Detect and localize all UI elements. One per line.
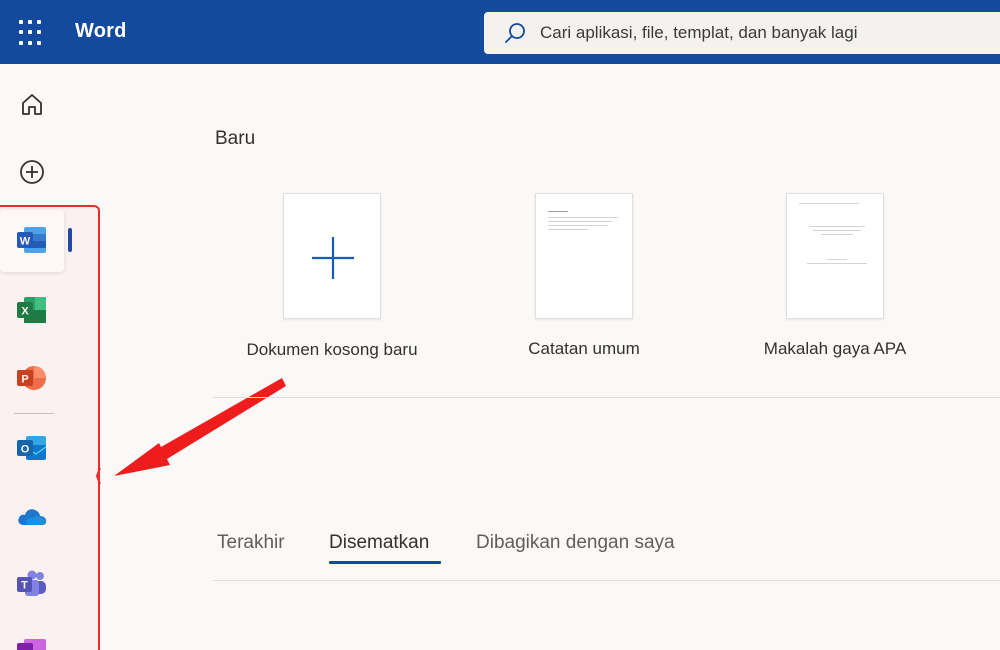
outlook-letter: O bbox=[21, 444, 30, 456]
excel-icon[interactable]: X bbox=[12, 290, 52, 330]
app-launcher-icon[interactable] bbox=[19, 20, 45, 46]
search-box[interactable] bbox=[484, 12, 1000, 54]
rail-divider bbox=[14, 413, 54, 414]
template-label-notes[interactable]: Catatan umum bbox=[528, 339, 640, 359]
teams-letter: T bbox=[21, 580, 28, 592]
tab-pinned[interactable]: Disematkan bbox=[329, 532, 429, 554]
home-icon[interactable] bbox=[12, 84, 52, 124]
tabs-divider bbox=[213, 580, 1000, 581]
outlook-icon[interactable]: O bbox=[12, 428, 52, 468]
powerpoint-letter: P bbox=[21, 374, 28, 386]
new-section-title: Baru bbox=[215, 128, 256, 149]
tab-recent[interactable]: Terakhir bbox=[217, 532, 285, 554]
blank-document-tile[interactable] bbox=[283, 193, 381, 319]
template-label-blank[interactable]: Dokumen kosong baru bbox=[246, 340, 417, 360]
teams-icon[interactable]: T bbox=[12, 564, 52, 604]
word-icon[interactable]: W bbox=[12, 220, 52, 260]
general-notes-tile[interactable] bbox=[535, 193, 633, 319]
section-divider bbox=[213, 397, 1000, 398]
plus-icon bbox=[312, 237, 354, 279]
search-input[interactable] bbox=[540, 23, 960, 43]
create-icon[interactable] bbox=[12, 152, 52, 192]
tab-shared-with-me[interactable]: Dibagikan dengan saya bbox=[476, 532, 675, 554]
app-header: Word bbox=[0, 0, 1000, 64]
app-title[interactable]: Word bbox=[75, 20, 127, 43]
template-label-apa[interactable]: Makalah gaya APA bbox=[764, 339, 906, 359]
onedrive-icon[interactable] bbox=[12, 496, 52, 536]
active-indicator bbox=[68, 228, 72, 252]
onenote-icon[interactable] bbox=[12, 630, 52, 650]
excel-letter: X bbox=[21, 306, 29, 318]
search-icon bbox=[505, 23, 525, 43]
apa-paper-tile[interactable] bbox=[786, 193, 884, 319]
powerpoint-icon[interactable]: P bbox=[12, 358, 52, 398]
app-rail bbox=[0, 64, 66, 650]
word-letter: W bbox=[20, 236, 31, 248]
active-tab-indicator bbox=[329, 561, 441, 564]
